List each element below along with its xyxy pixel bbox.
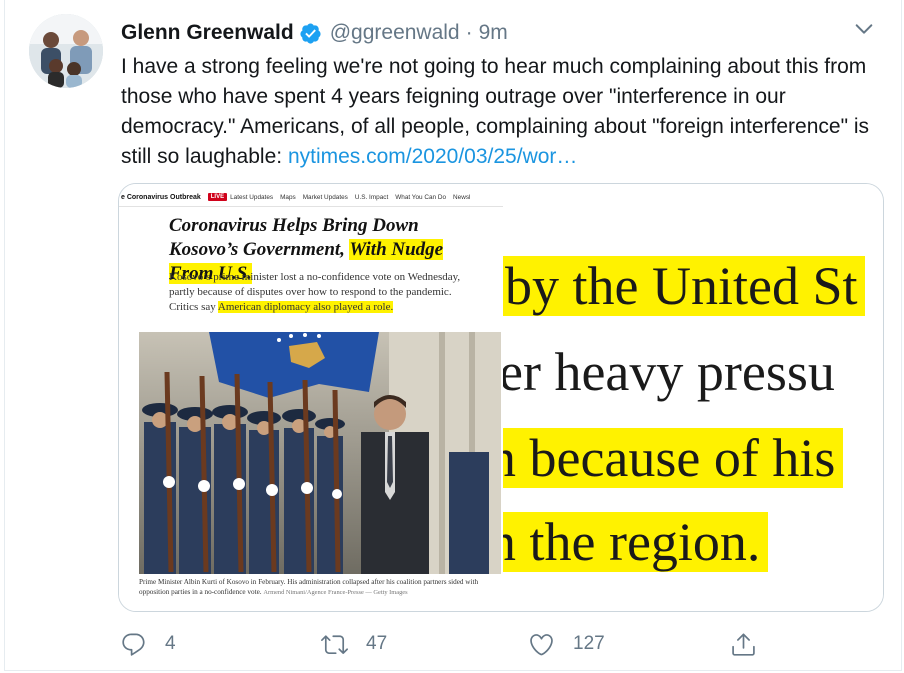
avatar-photo — [29, 14, 103, 88]
retweet-button[interactable]: 47 — [321, 626, 387, 662]
nyt-nav-item: Market Updates — [302, 193, 348, 201]
zoom-line-2: er heavy pressu — [503, 342, 835, 402]
nyt-screenshot: e Coronavirus Outbreak LIVE Latest Updat… — [119, 184, 503, 611]
like-count: 127 — [573, 633, 605, 654]
heart-icon — [530, 633, 553, 655]
tweet-header: Glenn Greenwald @ggreenwald · 9m — [121, 18, 508, 48]
author-handle[interactable]: @ggreenwald — [330, 21, 460, 45]
nyt-section-title: e Coronavirus Outbreak — [121, 193, 201, 201]
reply-icon — [122, 633, 145, 656]
photo-caption: Prime Minister Albin Kurti of Kosovo in … — [139, 577, 489, 598]
nyt-nav-item: Newsl — [453, 193, 471, 201]
chevron-down-icon[interactable] — [853, 18, 875, 40]
tweet-text: I have a strong feeling we're not going … — [121, 52, 891, 172]
zoomed-article-text: by the United St er heavy pressu n becau… — [503, 184, 883, 611]
zoom-line-3: n because of his — [503, 428, 844, 488]
nyt-nav-item: Latest Updates — [230, 193, 274, 201]
retweet-count: 47 — [366, 633, 388, 654]
separator-dot: · — [465, 21, 473, 44]
zoom-line-1: by the United St — [503, 256, 866, 316]
honor-guard-photo — [139, 332, 501, 574]
verified-badge-icon — [300, 22, 321, 44]
tweet-actions: 4 47 127 — [118, 626, 768, 662]
tweet-media[interactable]: e Coronavirus Outbreak LIVE Latest Updat… — [118, 183, 884, 612]
nyt-nav-item: U.S. Impact — [354, 193, 389, 201]
nyt-nav-bar: e Coronavirus Outbreak LIVE Latest Updat… — [119, 190, 470, 204]
retweet-icon — [321, 634, 348, 654]
share-icon — [732, 633, 755, 656]
nyt-nav-item: Maps — [280, 193, 296, 201]
reply-count: 4 — [165, 633, 176, 654]
tweet-link[interactable]: nytimes.com/2020/03/25/wor… — [288, 145, 577, 168]
reply-button[interactable]: 4 — [120, 626, 176, 662]
avatar[interactable] — [29, 14, 103, 88]
tweet-timestamp[interactable]: 9m — [479, 21, 508, 45]
summary-highlight: American diplomacy also played a role. — [217, 301, 394, 313]
share-button[interactable] — [730, 626, 757, 662]
photo-credit: Armend Nimani/Agence France-Presse — Get… — [263, 589, 408, 596]
article-summary: Kosovo’s prime minister lost a no-confid… — [169, 270, 479, 315]
author-name[interactable]: Glenn Greenwald — [121, 21, 294, 45]
tweet-card[interactable]: Glenn Greenwald @ggreenwald · 9m I have … — [4, 0, 902, 671]
zoom-line-4: n the region. — [503, 512, 769, 572]
article-photo — [139, 332, 501, 574]
nyt-divider — [119, 206, 503, 207]
like-button[interactable]: 127 — [528, 626, 605, 662]
live-badge: LIVE — [207, 193, 228, 201]
nyt-nav-item: What You Can Do — [395, 193, 447, 201]
